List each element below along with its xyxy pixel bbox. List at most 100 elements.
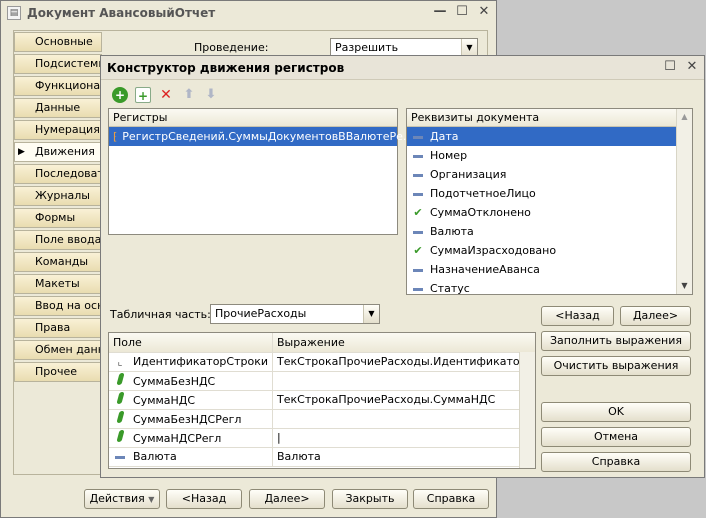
grid-field-label: ИдентификаторСтроки xyxy=(133,355,269,368)
requisite-label: СуммаИзрасходовано xyxy=(430,244,557,257)
outer-next-button[interactable]: Далее> xyxy=(249,489,325,509)
arrow-down-icon[interactable]: ⬇ xyxy=(203,87,219,103)
tabular-part-select[interactable]: ПрочиеРасходы ▼ xyxy=(210,304,380,324)
grid-row[interactable]: Валюта Валюта xyxy=(109,447,535,467)
tab-label: Права xyxy=(35,321,71,334)
register-item[interactable]: ⁅ РегистрСведений.СуммыДокументовВВалютеР… xyxy=(109,127,413,146)
requisite-item[interactable]: Статус xyxy=(407,279,676,295)
document-title: Документ АвансовыйОтчет xyxy=(27,6,216,20)
dimension-icon: ⌞ xyxy=(117,355,123,368)
tabular-part-label: Табличная часть: xyxy=(110,308,211,321)
grid-row[interactable]: ⌞ ИдентификаторСтроки ТекСтрокаПрочиеРасхо… xyxy=(109,352,535,372)
window-icon: ▤ xyxy=(7,6,21,20)
add-icon[interactable]: + xyxy=(112,87,128,103)
tab-item[interactable]: Журналы xyxy=(14,186,102,206)
grid-header-expression: Выражение xyxy=(272,333,535,353)
resource-icon xyxy=(113,373,127,388)
resource-icon xyxy=(113,430,127,445)
add-copy-icon[interactable]: + xyxy=(135,87,151,103)
requisite-item[interactable]: НазначениеАванса xyxy=(407,260,676,279)
tab-item[interactable]: Поле ввода xyxy=(14,230,102,250)
scroll-down-icon[interactable]: ▼ xyxy=(677,278,692,294)
close-icon[interactable]: ✕ xyxy=(684,59,700,75)
outer-back-button[interactable]: <Назад xyxy=(166,489,242,509)
grid-row[interactable]: СуммаБезНДС xyxy=(109,371,535,391)
requisite-item[interactable]: ПодотчетноеЛицо xyxy=(407,184,676,203)
arrow-up-icon[interactable]: ⬆ xyxy=(181,87,197,103)
posting-label: Проведение: xyxy=(194,41,269,54)
dialog-back-button[interactable]: <Назад xyxy=(541,306,614,326)
minimize-icon[interactable]: — xyxy=(432,4,448,20)
tab-item[interactable]: ▶ Движения xyxy=(14,142,102,162)
outer-help-button[interactable]: Справка xyxy=(413,489,489,509)
register-label: РегистрСведений.СуммыДокументовВВалютеРе… xyxy=(122,130,414,143)
fill-expressions-button[interactable]: Заполнить выражения xyxy=(541,331,691,351)
requisite-label: Дата xyxy=(430,130,459,143)
maximize-icon[interactable]: ☐ xyxy=(454,4,470,20)
dialog-next-button[interactable]: Далее> xyxy=(620,306,691,326)
tab-item[interactable]: Последовательности xyxy=(14,164,102,184)
grid-row[interactable]: СуммаНДСРегл | xyxy=(109,428,535,448)
requisite-label: НазначениеАванса xyxy=(430,263,540,276)
tab-label: Обмен данными xyxy=(35,343,101,356)
attribute-icon xyxy=(411,165,425,184)
grid-expression-cell[interactable]: | xyxy=(272,428,535,448)
tab-label: Данные xyxy=(35,101,81,114)
requisite-item[interactable]: Номер xyxy=(407,146,676,165)
tab-item[interactable]: Подсистемы xyxy=(14,54,102,74)
tab-label: Команды xyxy=(35,255,89,268)
requisites-scrollbar[interactable]: ▲ ▼ xyxy=(676,109,692,294)
chevron-down-icon[interactable]: ▼ xyxy=(363,305,379,323)
active-tab-arrow-icon: ▶ xyxy=(18,147,25,157)
clear-expressions-button[interactable]: Очистить выражения xyxy=(541,356,691,376)
tab-item[interactable]: Функциональные xyxy=(14,76,102,96)
requisite-item[interactable]: Валюта xyxy=(407,222,676,241)
attribute-icon xyxy=(411,146,425,165)
actions-button[interactable]: Действия ▼ xyxy=(84,489,160,509)
requisite-item[interactable]: ✔ СуммаИзрасходовано xyxy=(407,241,676,260)
maximize-icon[interactable]: ☐ xyxy=(662,59,678,75)
dialog-title: Конструктор движения регистров xyxy=(107,60,345,75)
dialog-help-button[interactable]: Справка xyxy=(541,452,691,472)
scroll-up-icon[interactable]: ▲ xyxy=(677,109,692,125)
requisite-label: Статус xyxy=(430,282,470,295)
grid-header-field: Поле xyxy=(109,333,274,353)
grid-table: Поле Выражение ⌞ ИдентификаторСтроки ТекСт… xyxy=(109,333,535,467)
grid-row[interactable]: СуммаНДС ТекСтрокаПрочиеРасходы.СуммаНДС xyxy=(109,390,535,410)
requisite-item[interactable]: Организация xyxy=(407,165,676,184)
grid-field-cell: СуммаБезНДС xyxy=(109,371,274,391)
grid-expression-cell[interactable] xyxy=(272,371,535,391)
close-icon[interactable]: ✕ xyxy=(476,4,492,20)
tab-item[interactable]: Формы xyxy=(14,208,102,228)
tab-item[interactable]: Нумерация xyxy=(14,120,102,140)
grid-expression-cell[interactable]: ТекСтрокаПрочиеРасходы.ИдентификаторСтро… xyxy=(272,352,535,372)
close-button[interactable]: Закрыть xyxy=(332,489,408,509)
grid-expression-cell[interactable] xyxy=(272,409,535,429)
attribute-icon xyxy=(411,127,425,146)
grid-expression-cell[interactable]: Валюта xyxy=(272,447,535,467)
tab-item[interactable]: Ввод на основании xyxy=(14,296,102,316)
delete-icon[interactable]: ✕ xyxy=(158,87,174,103)
requisites-panel: Реквизиты документа Дата Номер Организация… xyxy=(406,108,693,295)
tab-item[interactable]: Обмен данными xyxy=(14,340,102,360)
tab-label: Функциональные xyxy=(35,79,101,92)
ok-button[interactable]: OK xyxy=(541,402,691,422)
grid-field-label: СуммаНДСРегл xyxy=(133,432,222,445)
cancel-button[interactable]: Отмена xyxy=(541,427,691,447)
tab-item[interactable]: Основные xyxy=(14,32,102,52)
grid-row[interactable]: СуммаБезНДСРегл xyxy=(109,409,535,429)
requisite-item[interactable]: Дата xyxy=(407,127,676,146)
tab-label: Формы xyxy=(35,211,76,224)
tab-label: Журналы xyxy=(35,189,90,202)
grid-expression-cell[interactable]: ТекСтрокаПрочиеРасходы.СуммаНДС xyxy=(272,390,535,410)
tab-item[interactable]: Прочее xyxy=(14,362,102,382)
requisite-label: СуммаОтклонено xyxy=(430,206,531,219)
requisite-item[interactable]: ✔ СуммаОтклонено xyxy=(407,203,676,222)
tab-item[interactable]: Макеты xyxy=(14,274,102,294)
actions-button-label: Действия xyxy=(89,492,145,505)
tab-item[interactable]: Команды xyxy=(14,252,102,272)
document-titlebar: ▤ Документ АвансовыйОтчет — ☐ ✕ xyxy=(1,1,496,25)
tab-item[interactable]: Данные xyxy=(14,98,102,118)
tab-item[interactable]: Права xyxy=(14,318,102,338)
grid-scrollbar[interactable] xyxy=(519,352,535,468)
